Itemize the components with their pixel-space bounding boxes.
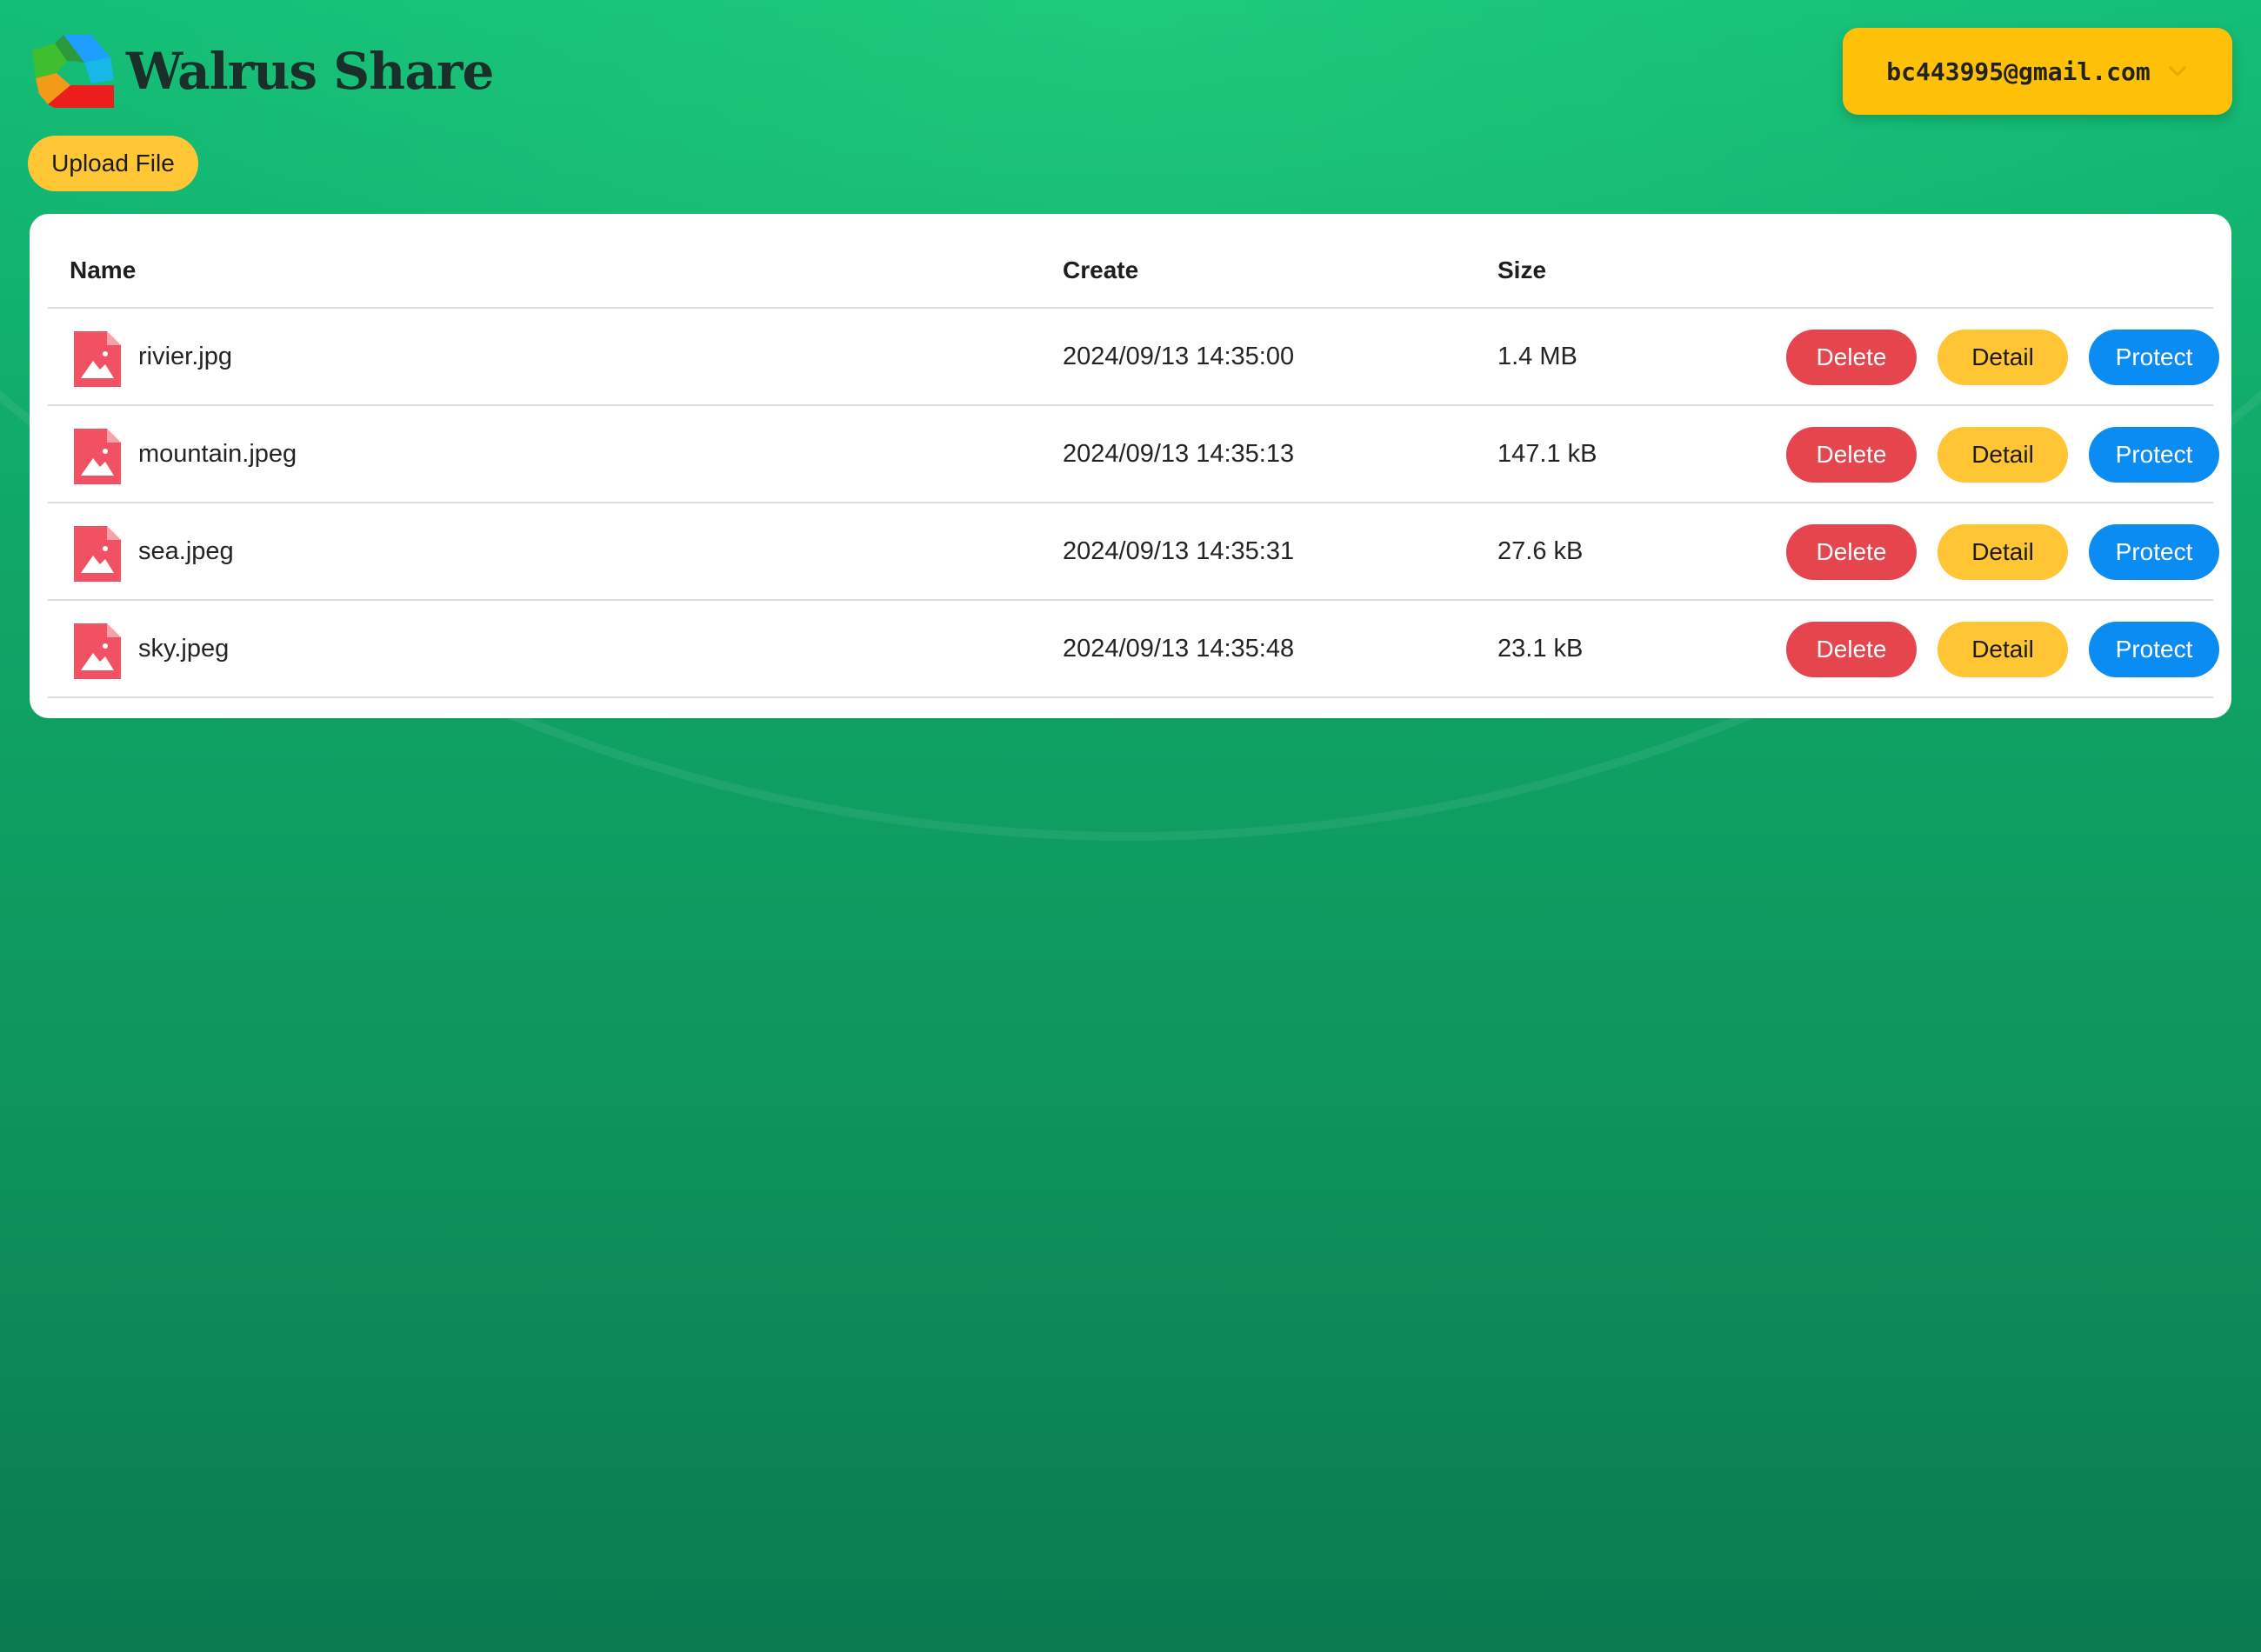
- image-file-icon: [74, 623, 121, 679]
- file-created: 2024/09/13 14:35:31: [1063, 537, 1295, 565]
- image-file-icon: [74, 331, 121, 387]
- account-menu-button[interactable]: bc443995@gmail.com: [1843, 28, 2232, 115]
- detail-button[interactable]: Detail: [1938, 330, 2068, 385]
- file-name[interactable]: rivier.jpg: [138, 309, 232, 404]
- detail-button[interactable]: Detail: [1938, 524, 2068, 580]
- protect-button[interactable]: Protect: [2089, 330, 2219, 385]
- walrus-share-logo-icon: [32, 35, 114, 108]
- file-created: 2024/09/13 14:35:13: [1063, 440, 1295, 468]
- delete-button[interactable]: Delete: [1786, 524, 1917, 580]
- column-header-create: Create: [1063, 256, 1139, 283]
- chevron-down-icon: [2169, 66, 2186, 77]
- table-row: rivier.jpg 2024/09/13 14:35:00 1.4 MB De…: [48, 309, 2219, 406]
- table-header: Name Create Size: [48, 214, 2213, 309]
- column-header-name: Name: [70, 256, 137, 283]
- table-row: sea.jpeg 2024/09/13 14:35:31 27.6 kB Del…: [48, 503, 2219, 601]
- delete-button[interactable]: Delete: [1786, 622, 1917, 677]
- delete-button[interactable]: Delete: [1786, 427, 1917, 483]
- brand[interactable]: Walrus Share: [30, 31, 494, 111]
- file-size: 27.6 kB: [1497, 537, 1584, 565]
- protect-button[interactable]: Protect: [2089, 622, 2219, 677]
- protect-button[interactable]: Protect: [2089, 427, 2219, 483]
- upload-file-button[interactable]: Upload File: [28, 136, 198, 191]
- detail-button[interactable]: Detail: [1938, 427, 2068, 483]
- file-size: 1.4 MB: [1497, 343, 1577, 370]
- app-title: Walrus Share: [126, 42, 494, 101]
- detail-button[interactable]: Detail: [1938, 622, 2068, 677]
- image-file-icon: [74, 526, 121, 582]
- file-name[interactable]: mountain.jpeg: [138, 406, 297, 502]
- image-file-icon: [74, 429, 121, 484]
- file-name[interactable]: sky.jpeg: [138, 601, 229, 696]
- file-created: 2024/09/13 14:35:48: [1063, 635, 1295, 663]
- delete-button[interactable]: Delete: [1786, 330, 1917, 385]
- table-row: mountain.jpeg 2024/09/13 14:35:13 147.1 …: [48, 406, 2219, 503]
- column-header-size: Size: [1497, 256, 1547, 283]
- account-email: bc443995@gmail.com: [1886, 57, 2151, 86]
- protect-button[interactable]: Protect: [2089, 524, 2219, 580]
- file-table: Name Create Size rivier.jpg 2024/09/13 1…: [30, 214, 2231, 718]
- file-name[interactable]: sea.jpeg: [138, 503, 234, 599]
- file-size: 23.1 kB: [1497, 635, 1584, 663]
- file-created: 2024/09/13 14:35:00: [1063, 343, 1295, 370]
- file-size: 147.1 kB: [1497, 440, 1597, 468]
- table-row: sky.jpeg 2024/09/13 14:35:48 23.1 kB Del…: [48, 601, 2219, 698]
